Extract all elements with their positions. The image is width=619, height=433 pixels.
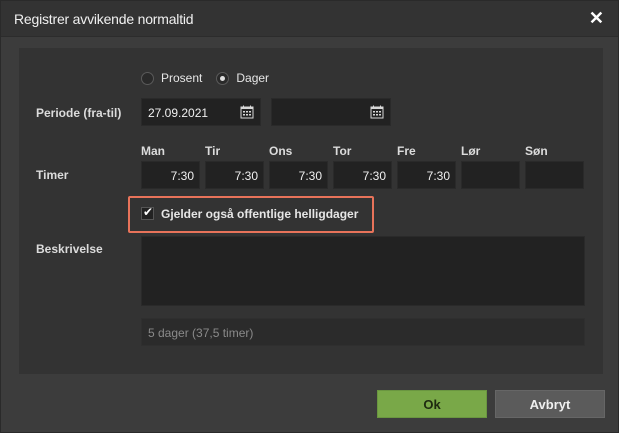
dialog: Registrer avvikende normaltid ✕ Prosent …: [0, 0, 619, 433]
period-from-input[interactable]: 27.09.2021: [141, 98, 261, 126]
day-header-tor: Tor: [333, 144, 352, 158]
mode-radio-group: Prosent Dager: [141, 71, 283, 85]
day-header-tir: Tir: [205, 144, 221, 158]
hours-input-ons[interactable]: 7:30: [269, 161, 328, 189]
ok-button[interactable]: Ok: [377, 390, 487, 418]
hours-input-man[interactable]: 7:30: [141, 161, 200, 189]
period-from-value: 27.09.2021: [148, 106, 209, 120]
day-header-son: Søn: [525, 144, 548, 158]
description-label: Beskrivelse: [36, 242, 103, 256]
holiday-label[interactable]: Gjelder også offentlige helligdager: [161, 207, 358, 221]
calendar-icon[interactable]: [240, 105, 254, 119]
radio-prosent-circle[interactable]: [141, 71, 154, 85]
hours-input-tir[interactable]: 7:30: [205, 161, 264, 189]
radio-dager[interactable]: Dager: [216, 71, 269, 85]
dialog-titlebar: Registrer avvikende normaltid ✕: [1, 1, 618, 37]
hours-input-tor[interactable]: 7:30: [333, 161, 392, 189]
summary-text: 5 dager (37,5 timer): [148, 326, 254, 340]
cancel-button[interactable]: Avbryt: [495, 390, 605, 418]
radio-dager-label: Dager: [236, 71, 270, 85]
hours-input-lor[interactable]: [461, 161, 520, 189]
day-header-fre: Fre: [397, 144, 416, 158]
period-label: Periode (fra-til): [36, 106, 122, 120]
hours-input-son[interactable]: [525, 161, 584, 189]
hours-label: Timer: [36, 168, 69, 182]
period-to-input[interactable]: [271, 98, 391, 126]
radio-dager-circle[interactable]: [216, 71, 230, 85]
day-header-lor: Lør: [461, 144, 481, 158]
hours-value-man: 7:30: [170, 169, 194, 183]
checkmark-icon: ✔: [143, 205, 154, 219]
hours-value-tir: 7:30: [234, 169, 258, 183]
hours-value-tor: 7:30: [362, 169, 386, 183]
day-header-man: Man: [141, 144, 165, 158]
hours-value-ons: 7:30: [298, 169, 322, 183]
radio-prosent[interactable]: Prosent: [141, 71, 202, 85]
description-textarea[interactable]: [141, 236, 585, 306]
radio-prosent-label: Prosent: [161, 71, 203, 85]
dialog-title: Registrer avvikende normaltid: [14, 11, 194, 27]
close-icon[interactable]: ✕: [589, 9, 604, 27]
holiday-checkbox[interactable]: ✔: [141, 205, 154, 220]
hours-value-fre: 7:30: [426, 169, 450, 183]
summary-field: 5 dager (37,5 timer): [141, 318, 585, 346]
calendar-icon[interactable]: [370, 105, 384, 119]
day-header-ons: Ons: [269, 144, 293, 158]
hours-input-fre[interactable]: 7:30: [397, 161, 456, 189]
